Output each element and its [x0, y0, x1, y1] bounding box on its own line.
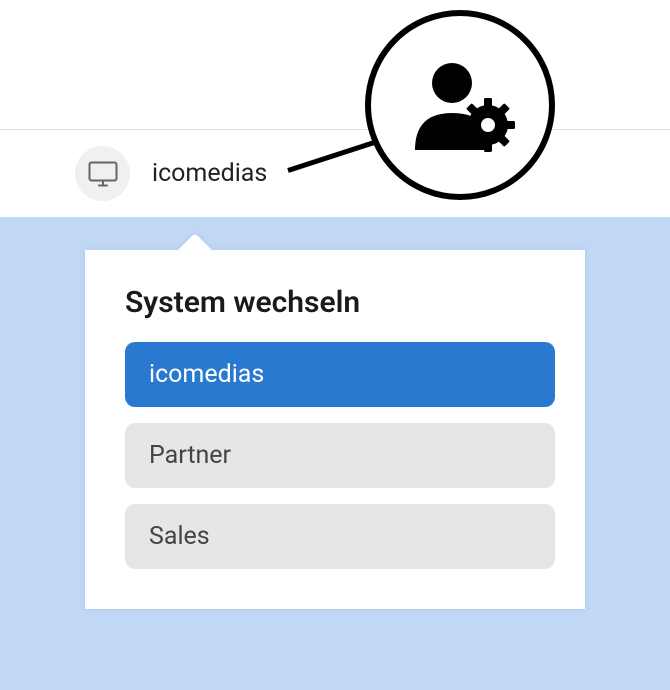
monitor-icon — [88, 161, 118, 187]
system-option-partner[interactable]: Partner — [125, 423, 555, 488]
callout-circle — [365, 10, 555, 200]
system-option-icomedias[interactable]: icomedias — [125, 342, 555, 407]
system-option-sales[interactable]: Sales — [125, 504, 555, 569]
header-row: icomedias — [0, 130, 670, 217]
system-icon-button[interactable] — [75, 146, 130, 201]
current-system-label: icomedias — [152, 159, 267, 188]
system-option-label: icomedias — [149, 360, 264, 389]
system-switch-popup: System wechseln icomedias Partner Sales — [85, 250, 585, 609]
top-bar — [0, 0, 670, 130]
user-gear-icon — [400, 55, 520, 155]
popup-title: System wechseln — [125, 285, 555, 320]
system-option-label: Sales — [149, 522, 210, 551]
system-option-label: Partner — [149, 441, 231, 470]
